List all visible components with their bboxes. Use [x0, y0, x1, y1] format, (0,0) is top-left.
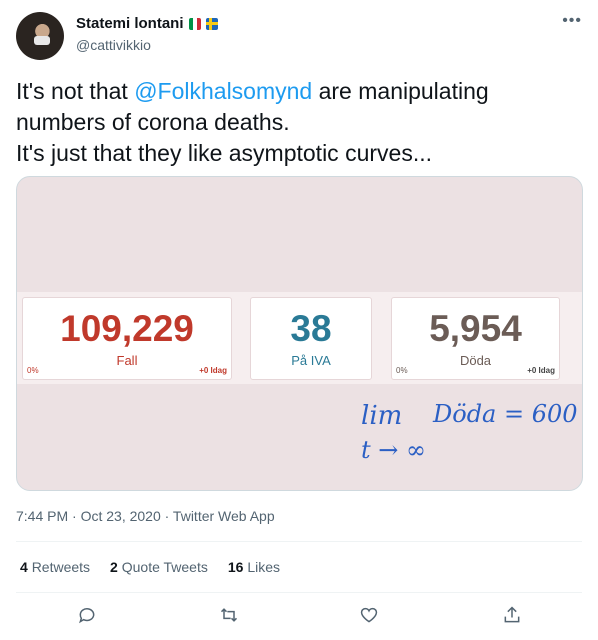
retweets-label: Retweets: [31, 559, 91, 575]
stat-value: 38: [290, 308, 332, 349]
mention-link[interactable]: @Folkhalsomynd: [134, 78, 312, 104]
quote-tweets-stat[interactable]: 2 Quote Tweets: [110, 559, 208, 575]
stat-today: +0 Idag: [527, 366, 555, 375]
like-icon[interactable]: [354, 600, 384, 630]
likes-label: Likes: [247, 559, 281, 575]
likes-stat[interactable]: 16 Likes: [228, 559, 280, 575]
stat-value: 109,229: [60, 308, 194, 349]
avatar[interactable]: [16, 12, 64, 60]
retweets-count: 4: [20, 559, 28, 575]
handwriting-expression: Döda = 6000: [432, 400, 577, 428]
it-flag-icon: [188, 17, 201, 30]
tweet-media-image[interactable]: 109,229 Fall 0% +0 Idag 38 På IVA 5,954 …: [16, 176, 583, 491]
stat-value: 5,954: [429, 308, 522, 349]
quotes-count: 2: [110, 559, 118, 575]
user-name-row[interactable]: Statemi lontani: [76, 15, 218, 32]
stat-today: +0 Idag: [199, 366, 227, 375]
share-icon[interactable]: [497, 600, 527, 630]
retweets-stat[interactable]: 4 Retweets: [20, 559, 90, 575]
divider: [16, 592, 582, 593]
more-icon[interactable]: •••: [562, 12, 582, 30]
tweet-timestamp[interactable]: 7:44 PM · Oct 23, 2020 · Twitter Web App: [16, 508, 275, 524]
quotes-label: Quote Tweets: [121, 559, 208, 575]
retweet-icon[interactable]: [214, 600, 244, 630]
stat-card-deaths: 5,954 Döda 0% +0 Idag: [391, 297, 560, 380]
user-name[interactable]: Statemi lontani: [76, 15, 184, 32]
likes-count: 16: [227, 559, 244, 575]
stat-card-icu: 38 På IVA: [250, 297, 372, 380]
stat-label: På IVA: [291, 353, 331, 368]
tweet-text-part: It's not that: [16, 78, 135, 104]
tweet-actions: [0, 600, 598, 630]
tweet-text-line2: It's just that they like asymptotic curv…: [16, 140, 432, 166]
user-handle[interactable]: @cattivikkio: [76, 37, 151, 53]
stat-percent: 0%: [27, 366, 39, 375]
tweet-text: It's not that @Folkhalsomynd are manipul…: [16, 76, 576, 169]
se-flag-icon: [205, 17, 218, 30]
handwritten-limit: lim Döda = 6000 t → ∞: [361, 400, 577, 464]
reply-icon[interactable]: [72, 600, 102, 630]
divider: [16, 541, 582, 542]
stat-percent: 0%: [396, 366, 408, 375]
handwriting-subscript: t → ∞: [361, 436, 426, 464]
tweet-stats: 4 Retweets 2 Quote Tweets 16 Likes: [20, 559, 280, 575]
stat-card-cases: 109,229 Fall 0% +0 Idag: [22, 297, 232, 380]
handwriting-lim: lim: [361, 401, 402, 431]
